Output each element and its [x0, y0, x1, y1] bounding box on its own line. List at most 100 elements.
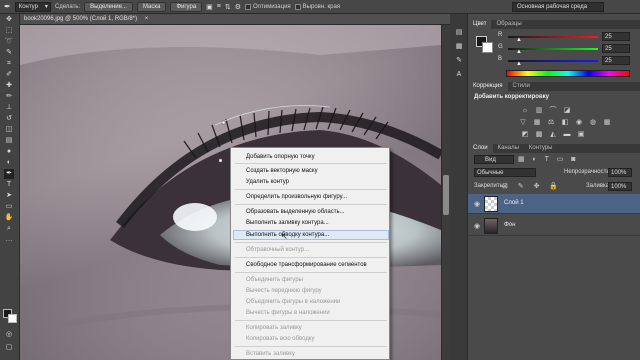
dodge-icon[interactable]: ◐ — [4, 158, 14, 168]
pen-tool-icon[interactable]: ✒ — [4, 169, 14, 179]
crop-tool-icon[interactable]: ⌗ — [4, 59, 14, 69]
menu-item-add-anchor[interactable]: Добавить опорную точку — [246, 153, 315, 161]
arrange-icon[interactable]: ⇅ — [225, 3, 231, 11]
visibility-icon[interactable]: ◉ — [474, 222, 480, 230]
healing-brush-icon[interactable]: ✚ — [4, 81, 14, 91]
gradient-map-icon[interactable]: ▬ — [562, 130, 572, 139]
screen-mode-icon[interactable]: ▢ — [4, 343, 14, 353]
path-ops-icon[interactable]: ▣ — [206, 3, 213, 11]
posterize-icon[interactable]: ▩ — [534, 130, 544, 139]
layer-row[interactable]: ◉ Слой 1 — [468, 194, 640, 214]
red-value[interactable]: 25 — [602, 32, 630, 41]
photo-filter-icon[interactable]: ◉ — [574, 118, 584, 127]
properties-panel-icon[interactable]: ▦ — [454, 42, 464, 52]
type-tool-icon[interactable]: T — [4, 180, 14, 190]
menu-separator — [235, 320, 387, 321]
align-edges-box[interactable] — [294, 3, 301, 10]
green-thumb[interactable]: ▲ — [516, 49, 522, 55]
clone-stamp-icon[interactable]: ⊥ — [4, 103, 14, 113]
lock-icons[interactable]: ⊠ ✎ ✥ 🔒 — [502, 182, 562, 190]
optimization-box[interactable] — [245, 3, 252, 10]
spectrum-bar[interactable] — [506, 70, 630, 77]
optimization-checkbox[interactable]: Оптимизация — [245, 3, 291, 10]
layer-row[interactable]: ◉ Фон — [468, 216, 640, 236]
blend-mode-select[interactable]: Обычные — [474, 168, 536, 177]
hand-tool-icon[interactable]: ✋ — [4, 213, 14, 223]
color-balance-icon[interactable]: ⚖ — [546, 118, 556, 127]
gradient-icon[interactable]: ▤ — [4, 136, 14, 146]
document-title: book20096.jpg @ 500% (Слой 1, RGB/8*) — [24, 16, 138, 22]
bw-icon[interactable]: ◧ — [560, 118, 570, 127]
threshold-icon[interactable]: ◭ — [548, 130, 558, 139]
menu-item-make-selection[interactable]: Образовать выделенную область... — [246, 208, 345, 216]
menu-item-delete-path[interactable]: Удалить контур — [246, 178, 289, 186]
tab-styles[interactable]: Стили — [508, 82, 535, 91]
history-brush-icon[interactable]: ↺ — [4, 114, 14, 124]
channel-mixer-icon[interactable]: ◍ — [588, 118, 598, 127]
exposure-icon[interactable]: ◪ — [562, 106, 572, 115]
menu-item-vector-mask[interactable]: Создать векторную маску — [246, 167, 318, 175]
shape-button[interactable]: Фигура — [170, 1, 203, 12]
character-panel-icon[interactable]: A — [454, 70, 464, 80]
filter-icons[interactable]: ▦ ◐ T ▭ ◙ — [518, 155, 579, 163]
hue-sat-icon[interactable]: ▦ — [532, 118, 542, 127]
more-tools-icon[interactable]: … — [4, 235, 14, 245]
bg-color-swatch[interactable] — [482, 42, 493, 53]
selection-button[interactable]: Выделение... — [84, 1, 133, 12]
workspace-select[interactable]: Основная рабочая среда — [512, 2, 604, 12]
align-edges-checkbox[interactable]: Выровн. края — [294, 3, 340, 10]
blur-icon[interactable]: ● — [4, 147, 14, 157]
mask-button[interactable]: Маска — [136, 1, 167, 12]
align-icon[interactable]: ≡ — [217, 3, 221, 10]
marquee-tool-icon[interactable]: ⬚ — [4, 26, 14, 36]
quick-mask-icon[interactable]: ◎ — [4, 330, 14, 340]
zoom-tool-icon[interactable]: ⌕ — [4, 224, 14, 234]
menu-item-define-shape[interactable]: Определить произвольную фигуру... — [246, 193, 347, 201]
color-lookup-icon[interactable]: ▦ — [602, 118, 612, 127]
tab-paths[interactable]: Контуры — [524, 144, 558, 153]
tab-channels[interactable]: Каналы — [493, 144, 524, 153]
blue-thumb[interactable]: ▲ — [516, 61, 522, 67]
pen-tool-icon[interactable]: ✒ — [4, 2, 11, 11]
quick-select-icon[interactable]: ✎ — [4, 48, 14, 58]
menu-item-free-transform[interactable]: Свободное трансформирование сегментов — [246, 261, 367, 269]
lasso-tool-icon[interactable]: ➰ — [4, 37, 14, 47]
opacity-value[interactable]: 100% — [608, 168, 632, 177]
history-panel-icon[interactable]: ▤ — [454, 28, 464, 38]
anchor-point[interactable] — [218, 158, 223, 163]
brush-tool-icon[interactable]: ✏ — [4, 92, 14, 102]
levels-icon[interactable]: ▥ — [534, 106, 544, 115]
tab-swatches[interactable]: Образцы — [491, 20, 526, 29]
tab-color[interactable]: Цвет — [468, 20, 492, 29]
eraser-icon[interactable]: ◫ — [4, 125, 14, 135]
eyedropper-icon[interactable]: ✐ — [4, 70, 14, 80]
scrollbar-thumb[interactable] — [443, 175, 449, 215]
gear-icon[interactable]: ⚙ — [235, 3, 241, 11]
layer-filter-select[interactable]: Вид — [474, 155, 514, 164]
vibrance-icon[interactable]: ▽ — [518, 118, 528, 127]
brightness-icon[interactable]: ☼ — [520, 106, 530, 115]
layer-name[interactable]: Фон — [504, 222, 515, 228]
green-value[interactable]: 25 — [602, 44, 630, 53]
path-select-icon[interactable]: ➤ — [4, 191, 14, 201]
move-tool-icon[interactable]: ✥ — [4, 15, 14, 25]
red-thumb[interactable]: ▲ — [516, 37, 522, 43]
blue-value[interactable]: 25 — [602, 56, 630, 65]
background-color[interactable] — [8, 314, 17, 323]
selective-color-icon[interactable]: ▣ — [576, 130, 586, 139]
curves-icon[interactable]: ⌒ — [548, 106, 558, 115]
layer-name[interactable]: Слой 1 — [504, 200, 524, 206]
menu-item-fill-path[interactable]: Выполнить заливку контура... — [246, 219, 329, 227]
tab-adjustments[interactable]: Коррекция — [468, 82, 508, 91]
mode-select[interactable]: Контур — [14, 1, 51, 12]
document-tab[interactable]: book20096.jpg @ 500% (Слой 1, RGB/8*) × — [20, 14, 450, 25]
close-tab-icon[interactable]: × — [145, 14, 149, 25]
invert-icon[interactable]: ◩ — [520, 130, 530, 139]
shape-tool-icon[interactable]: ▭ — [4, 202, 14, 212]
anchor-point[interactable] — [221, 120, 226, 125]
brush-panel-icon[interactable]: ✎ — [454, 56, 464, 66]
visibility-icon[interactable]: ◉ — [474, 200, 480, 208]
tab-layers[interactable]: Слои — [468, 144, 493, 153]
canvas-scrollbar[interactable] — [441, 25, 450, 360]
fill-value[interactable]: 100% — [608, 182, 632, 191]
